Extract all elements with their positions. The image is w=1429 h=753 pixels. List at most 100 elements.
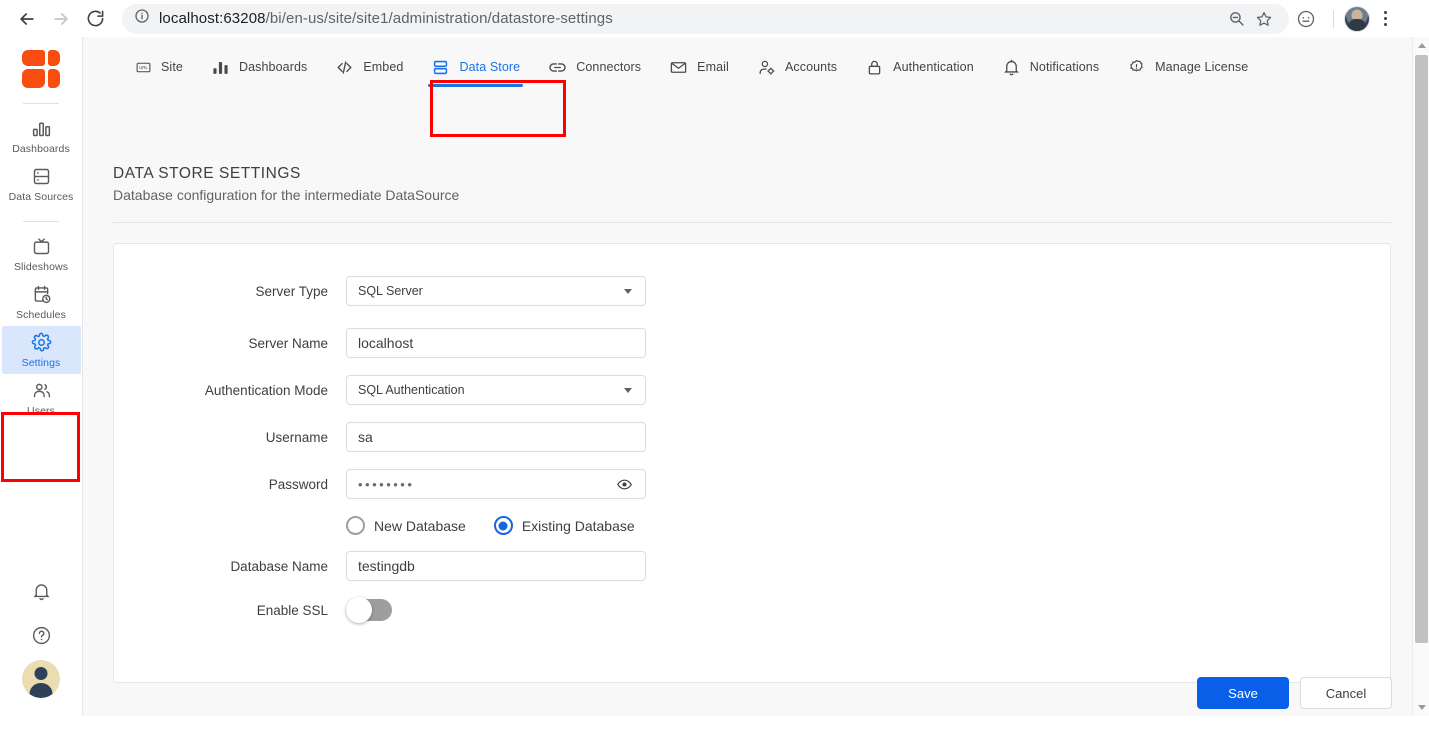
scrollbar-thumb[interactable]	[1415, 55, 1428, 643]
users-icon	[31, 380, 52, 401]
datastore-icon	[431, 58, 450, 77]
radio-new-database[interactable]: New Database	[346, 516, 466, 535]
bar-chart-icon	[31, 118, 52, 139]
tab-label: Notifications	[1030, 60, 1099, 74]
application-root: Dashboards Data Sources Slideshows Sched…	[0, 37, 1429, 716]
sidebar-help-button[interactable]	[2, 616, 81, 660]
tab-notifications[interactable]: Notifications	[988, 38, 1113, 96]
bell-icon	[31, 581, 52, 607]
password-label: Password	[143, 477, 346, 492]
sidebar-item-label: Slideshows	[14, 261, 68, 273]
star-icon[interactable]	[1251, 6, 1277, 32]
sidebar-item-data-sources[interactable]: Data Sources	[2, 160, 81, 208]
username-input[interactable]: sa	[346, 422, 646, 452]
tab-site[interactable]: URL Site	[121, 38, 197, 96]
save-button[interactable]: Save	[1197, 677, 1289, 709]
page-title: DATA STORE SETTINGS	[113, 165, 301, 183]
tab-embed[interactable]: Embed	[321, 38, 417, 96]
sidebar-item-label: Users	[27, 405, 55, 417]
server-name-value: localhost	[358, 335, 413, 351]
form-row-server-type: Server Type SQL Server	[143, 276, 646, 306]
enable-ssl-toggle[interactable]	[346, 599, 392, 621]
form-row-database-choice: New Database Existing Database	[143, 516, 646, 535]
address-bar[interactable]: localhost:63208/bi/en-us/site/site1/admi…	[122, 4, 1289, 34]
tab-email[interactable]: Email	[655, 38, 743, 96]
sidebar-item-label: Settings	[22, 357, 61, 369]
sidebar-divider-1	[23, 103, 59, 104]
back-button[interactable]	[10, 2, 44, 36]
zoom-out-icon[interactable]	[1223, 6, 1249, 32]
vertical-scrollbar[interactable]	[1412, 37, 1429, 716]
sidebar-notifications-button[interactable]	[2, 572, 81, 616]
tab-label: Site	[161, 60, 183, 74]
eye-icon[interactable]	[616, 476, 633, 493]
database-name-input[interactable]: testingdb	[346, 551, 646, 581]
auth-mode-label: Authentication Mode	[143, 383, 346, 398]
database-name-label: Database Name	[143, 559, 346, 574]
tab-data-store[interactable]: Data Store	[417, 38, 534, 96]
license-gear-icon	[1127, 58, 1146, 77]
tab-label: Embed	[363, 60, 403, 74]
tab-authentication[interactable]: Authentication	[851, 38, 988, 96]
tab-connectors[interactable]: Connectors	[534, 38, 655, 96]
envelope-icon	[669, 58, 688, 77]
radio-dot-icon	[494, 516, 513, 535]
link-icon	[548, 58, 567, 77]
section-divider	[113, 222, 1391, 223]
radio-new-database-label: New Database	[374, 518, 466, 534]
gear-icon	[31, 332, 52, 353]
tab-label: Dashboards	[239, 60, 307, 74]
three-dot-menu-icon[interactable]	[1372, 6, 1398, 32]
database-name-value: testingdb	[358, 558, 415, 574]
tab-label: Email	[697, 60, 729, 74]
arrow-right-icon	[51, 9, 71, 29]
address-bar-url: localhost:63208/bi/en-us/site/site1/admi…	[159, 10, 613, 27]
sidebar-item-settings[interactable]: Settings	[2, 326, 81, 374]
tv-icon	[31, 236, 52, 257]
password-input[interactable]: ••••••••	[346, 469, 646, 499]
admin-tab-strip: URL Site Dashboards Embed Data Store	[83, 37, 1412, 97]
sidebar-item-schedules[interactable]: Schedules	[2, 278, 81, 326]
app-logo[interactable]	[20, 48, 62, 90]
svg-text:URL: URL	[139, 65, 148, 70]
auth-mode-value: SQL Authentication	[358, 383, 465, 397]
sidebar-item-label: Data Sources	[9, 191, 74, 203]
sidebar-item-label: Dashboards	[12, 143, 70, 155]
tab-label: Manage License	[1155, 60, 1248, 74]
tab-accounts[interactable]: Accounts	[743, 38, 851, 96]
profile-avatar[interactable]	[1344, 6, 1370, 32]
server-type-select[interactable]: SQL Server	[346, 276, 646, 306]
sidebar-item-dashboards[interactable]: Dashboards	[2, 112, 81, 160]
sidebar-divider-2	[23, 221, 59, 222]
username-label: Username	[143, 430, 346, 445]
tab-label: Authentication	[893, 60, 974, 74]
auth-mode-select[interactable]: SQL Authentication	[346, 375, 646, 405]
password-value: ••••••••	[358, 477, 414, 492]
forward-button[interactable]	[44, 2, 78, 36]
server-name-input[interactable]: localhost	[346, 328, 646, 358]
scroll-down-button[interactable]	[1413, 699, 1429, 716]
form-row-auth-mode: Authentication Mode SQL Authentication	[143, 375, 646, 405]
extension-face-icon[interactable]	[1289, 2, 1323, 36]
scroll-up-button[interactable]	[1413, 37, 1429, 54]
sidebar-user-avatar[interactable]	[22, 660, 60, 698]
site-info-icon[interactable]	[134, 8, 150, 29]
tab-manage-license[interactable]: Manage License	[1113, 38, 1262, 96]
tab-dashboards[interactable]: Dashboards	[197, 38, 321, 96]
datastore-form-card: Server Type SQL Server Server Name local…	[113, 243, 1391, 683]
url-icon: URL	[135, 59, 152, 76]
form-row-database-name: Database Name testingdb	[143, 551, 646, 581]
reload-button[interactable]	[78, 2, 112, 36]
server-type-label: Server Type	[143, 284, 346, 299]
form-row-username: Username sa	[143, 422, 646, 452]
radio-existing-database[interactable]: Existing Database	[494, 516, 635, 535]
sidebar-item-users[interactable]: Users	[2, 374, 81, 422]
browser-toolbar: localhost:63208/bi/en-us/site/site1/admi…	[0, 0, 1429, 37]
browser-right-actions	[1289, 2, 1404, 36]
cancel-button[interactable]: Cancel	[1300, 677, 1392, 709]
sidebar-item-slideshows[interactable]: Slideshows	[2, 230, 81, 278]
bar-chart-icon	[211, 58, 230, 77]
arrow-left-icon	[17, 9, 37, 29]
radio-existing-database-label: Existing Database	[522, 518, 635, 534]
toggle-knob	[346, 597, 372, 623]
